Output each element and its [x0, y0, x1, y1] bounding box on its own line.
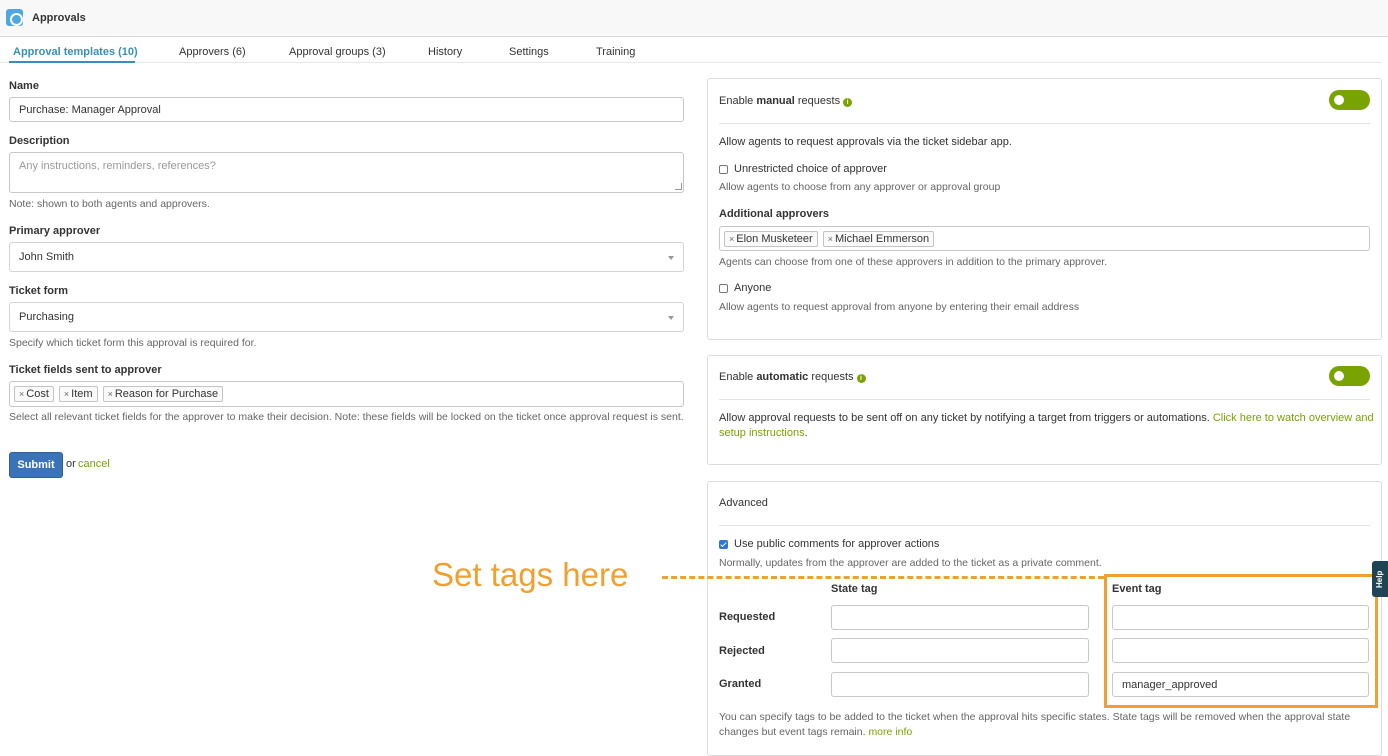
- tab-settings[interactable]: Settings: [509, 46, 549, 58]
- granted-state-tag-input[interactable]: [831, 672, 1089, 697]
- divider: [719, 399, 1370, 400]
- tab-training[interactable]: Training: [596, 46, 635, 58]
- annotation-callout: Set tags here: [432, 556, 629, 593]
- remove-icon[interactable]: ×: [19, 389, 24, 399]
- rejected-label: Rejected: [719, 645, 765, 657]
- rejected-state-tag-input[interactable]: [831, 638, 1089, 663]
- requested-label: Requested: [719, 611, 776, 623]
- ticket-form-select[interactable]: Purchasing: [9, 302, 684, 332]
- or-text: or: [66, 458, 76, 470]
- app-title: Approvals: [32, 12, 86, 24]
- additional-approvers-label: Additional approvers: [719, 208, 830, 220]
- tab-bar: Approval templates (10) Approvers (6) Ap…: [0, 44, 1388, 64]
- annotation-highlight-box: [1104, 574, 1378, 708]
- granted-label: Granted: [719, 678, 762, 690]
- approver-chip: × Michael Emmerson: [822, 230, 935, 247]
- annotation-dashed-line: [662, 576, 1104, 579]
- advanced-title: Advanced: [719, 497, 768, 509]
- additional-approvers-note: Agents can choose from one of these appr…: [719, 256, 1108, 268]
- anyone-checkbox[interactable]: [719, 284, 728, 293]
- tags-note: You can specify tags to be added to the …: [719, 711, 1351, 738]
- ticket-form-note: Specify which ticket form this approval …: [9, 337, 257, 349]
- tab-divider: [0, 62, 1382, 63]
- description-note: Note: shown to both agents and approvers…: [9, 198, 210, 210]
- field-chip: × Item: [58, 386, 98, 402]
- tab-history[interactable]: History: [428, 46, 462, 58]
- ticket-fields-note: Select all relevant ticket fields for th…: [9, 411, 684, 423]
- primary-approver-select[interactable]: John Smith: [9, 242, 684, 272]
- help-label: Help: [1375, 570, 1384, 588]
- approver-chip: × Elon Musketeer: [724, 230, 818, 247]
- ticket-form-value: Purchasing: [19, 311, 75, 323]
- additional-approvers-input[interactable]: × Elon Musketeer × Michael Emmerson: [719, 226, 1370, 251]
- manual-requests-title: Enable manual requests i: [719, 95, 853, 107]
- setup-instructions-link[interactable]: setup instructions: [719, 427, 805, 439]
- primary-approver-value: John Smith: [19, 251, 75, 263]
- state-tag-header: State tag: [831, 583, 878, 595]
- description-textarea[interactable]: Any instructions, reminders, references?: [9, 152, 684, 193]
- tab-approval-templates[interactable]: Approval templates (10): [13, 46, 138, 58]
- unrestricted-note: Allow agents to choose from any approver…: [719, 181, 1001, 193]
- automatic-requests-title: Enable automatic requests i: [719, 371, 866, 383]
- chevron-down-icon: [668, 256, 674, 260]
- name-label: Name: [9, 80, 39, 92]
- active-tab-indicator: [9, 61, 135, 63]
- divider: [719, 525, 1370, 526]
- remove-icon[interactable]: ×: [108, 389, 113, 399]
- description-label: Description: [9, 135, 70, 147]
- more-info-link[interactable]: more info: [868, 726, 912, 738]
- watch-overview-link[interactable]: Click here to watch overview and: [1213, 412, 1374, 424]
- app-header: Approvals: [0, 0, 1388, 37]
- primary-approver-label: Primary approver: [9, 225, 101, 237]
- public-comments-checkbox[interactable]: [719, 540, 728, 549]
- cancel-link[interactable]: cancel: [78, 458, 110, 470]
- resize-handle-icon[interactable]: [675, 183, 682, 190]
- help-tab[interactable]: Help: [1372, 561, 1388, 597]
- divider: [719, 123, 1370, 124]
- field-chip: × Cost: [14, 386, 54, 402]
- remove-icon[interactable]: ×: [64, 389, 69, 399]
- info-icon: i: [856, 374, 866, 383]
- info-icon: i: [843, 98, 853, 107]
- unrestricted-checkbox[interactable]: [719, 165, 728, 174]
- tab-approvers[interactable]: Approvers (6): [179, 46, 246, 58]
- ticket-fields-input[interactable]: × Cost × Item × Reason for Purchase: [9, 381, 684, 407]
- remove-icon[interactable]: ×: [828, 234, 833, 244]
- approvals-app-icon: [6, 9, 23, 26]
- automatic-requests-toggle[interactable]: [1329, 366, 1370, 386]
- submit-button[interactable]: Submit: [9, 452, 63, 478]
- ticket-fields-label: Ticket fields sent to approver: [9, 364, 162, 376]
- automatic-description: Allow approval requests to be sent off o…: [719, 412, 1374, 424]
- field-chip: × Reason for Purchase: [102, 386, 224, 402]
- name-input[interactable]: Purchase: Manager Approval: [9, 97, 684, 122]
- public-comments-label: Use public comments for approver actions: [734, 538, 940, 550]
- unrestricted-label: Unrestricted choice of approver: [734, 163, 887, 175]
- anyone-note: Allow agents to request approval from an…: [719, 301, 1080, 313]
- manual-requests-toggle[interactable]: [1329, 90, 1370, 110]
- automatic-description-cont: setup instructions.: [719, 427, 808, 439]
- tab-approval-groups[interactable]: Approval groups (3): [289, 46, 386, 58]
- chevron-down-icon: [668, 316, 674, 320]
- requested-state-tag-input[interactable]: [831, 605, 1089, 630]
- manual-description: Allow agents to request approvals via th…: [719, 136, 1012, 148]
- public-comments-note: Normally, updates from the approver are …: [719, 557, 1102, 569]
- remove-icon[interactable]: ×: [729, 234, 734, 244]
- anyone-label: Anyone: [734, 282, 772, 294]
- ticket-form-label: Ticket form: [9, 285, 69, 297]
